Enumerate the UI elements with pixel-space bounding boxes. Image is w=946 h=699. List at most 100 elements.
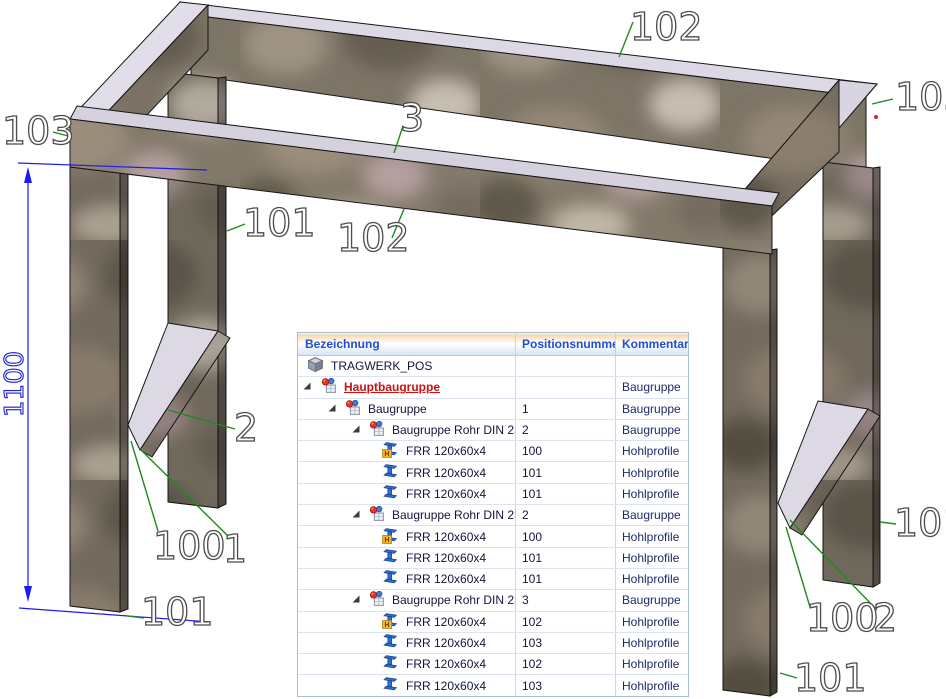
label-pos-103-right[interactable]: 103 xyxy=(894,77,946,116)
cell-bezeichnung[interactable]: FRR 120x60x4 xyxy=(298,568,516,590)
table-row[interactable]: FRR 120x60x4 103 Hohlprofile xyxy=(298,632,688,655)
table-row[interactable]: Baugruppe Rohr DIN 23...2Baugruppe xyxy=(298,505,688,527)
cell-positionsnummer[interactable]: 101 xyxy=(516,483,616,505)
row-name[interactable]: FRR 120x60x4 xyxy=(406,657,486,671)
cell-positionsnummer[interactable]: 2 xyxy=(516,505,616,526)
cell-kommentar[interactable]: Baugruppe xyxy=(616,377,688,397)
cell-kommentar[interactable]: Hohlprofile xyxy=(616,675,688,695)
label-pos-103-left[interactable]: 103 xyxy=(1,111,75,150)
cell-positionsnummer[interactable]: 103 xyxy=(516,675,616,696)
cell-bezeichnung[interactable]: FRR 120x60x4 xyxy=(298,654,516,675)
column-header-0[interactable]: Bezeichnung xyxy=(298,333,516,355)
cell-kommentar[interactable]: Hohlprofile xyxy=(616,526,688,546)
tree-expanded-icon[interactable] xyxy=(351,594,361,604)
cell-kommentar[interactable]: Hohlprofile xyxy=(616,484,688,504)
cell-positionsnummer[interactable]: 102 xyxy=(516,654,616,675)
table-row[interactable]: FRR 120x60x4 103 Hohlprofile xyxy=(298,675,688,696)
row-name[interactable]: Baugruppe Rohr DIN 23... xyxy=(392,423,515,437)
cell-kommentar[interactable]: Hohlprofile xyxy=(616,462,688,482)
column-header-1[interactable]: Positionsnummer xyxy=(516,333,616,355)
cell-kommentar[interactable]: Hohlprofile xyxy=(616,654,688,674)
cell-positionsnummer[interactable]: 102 xyxy=(516,611,616,632)
leg-rear-right[interactable] xyxy=(822,161,881,588)
cell-kommentar[interactable]: Hohlprofile xyxy=(616,441,688,461)
row-name[interactable]: FRR 120x60x4 xyxy=(406,530,486,544)
row-name[interactable]: FRR 120x60x4 xyxy=(406,679,486,693)
cell-bezeichnung[interactable]: Baugruppe Rohr DIN 23... xyxy=(298,419,516,441)
column-header-2[interactable]: Kommentar xyxy=(616,333,688,355)
row-name[interactable]: Hauptbaugruppe xyxy=(344,380,440,394)
cell-bezeichnung[interactable]: Baugruppe Rohr DIN 23... xyxy=(298,590,516,611)
table-row[interactable]: FRR 120x60x4 102 Hohlprofile xyxy=(298,654,688,676)
cell-kommentar[interactable]: Hohlprofile xyxy=(616,612,688,632)
cell-kommentar[interactable]: Hohlprofile xyxy=(616,633,688,653)
cell-bezeichnung[interactable]: H FRR 120x60x4 xyxy=(298,526,516,547)
cell-kommentar[interactable]: Baugruppe xyxy=(616,399,688,419)
row-name[interactable]: FRR 120x60x4 xyxy=(406,466,486,480)
cell-kommentar[interactable]: Hohlprofile xyxy=(616,569,688,589)
cell-bezeichnung[interactable]: FRR 120x60x4 xyxy=(298,462,516,483)
cell-bezeichnung[interactable]: Baugruppe xyxy=(298,398,516,419)
cell-positionsnummer[interactable]: 1 xyxy=(516,398,616,419)
label-pos-101-right[interactable]: 101 xyxy=(893,503,946,542)
table-row[interactable]: FRR 120x60x4 101 Hohlprofile xyxy=(298,568,688,591)
label-pos-101-bottom-left[interactable]: 101 xyxy=(140,592,214,631)
table-row[interactable]: FRR 120x60x4 101 Hohlprofile xyxy=(298,462,688,484)
row-name[interactable]: Baugruppe xyxy=(368,402,427,416)
cell-positionsnummer[interactable]: 100 xyxy=(516,441,616,462)
cell-positionsnummer[interactable]: 101 xyxy=(516,462,616,483)
row-name[interactable]: Baugruppe Rohr DIN 23... xyxy=(392,508,515,522)
cell-bezeichnung[interactable]: Baugruppe Rohr DIN 23... xyxy=(298,505,516,526)
cell-positionsnummer[interactable] xyxy=(516,377,616,398)
row-name[interactable]: FRR 120x60x4 xyxy=(406,572,486,586)
structure-table[interactable]: Bezeichnung Positionsnummer Kommentar TRAG… xyxy=(297,332,689,697)
label-pos-3-top[interactable]: 3 xyxy=(399,98,424,137)
tree-expanded-icon[interactable] xyxy=(351,509,361,519)
table-row[interactable]: FRR 120x60x4 101 Hohlprofile xyxy=(298,483,688,506)
label-pos-101-bottom-right[interactable]: 101 xyxy=(793,658,867,697)
leg-front-left[interactable] xyxy=(69,165,129,613)
cell-positionsnummer[interactable]: 100 xyxy=(516,526,616,547)
row-name[interactable]: FRR 120x60x4 xyxy=(406,487,486,501)
label-pos-102-top[interactable]: 102 xyxy=(629,7,703,46)
cell-positionsnummer[interactable]: 101 xyxy=(516,568,616,590)
cell-bezeichnung[interactable]: FRR 120x60x4 xyxy=(298,547,516,568)
table-row[interactable]: H FRR 120x60x4 100 Hohlprofile xyxy=(298,526,688,548)
label-pos-2-right[interactable]: 2 xyxy=(872,598,897,637)
table-row[interactable]: Baugruppe Rohr DIN 23...3Baugruppe xyxy=(298,590,688,612)
cell-kommentar[interactable]: Baugruppe xyxy=(616,420,688,440)
row-name[interactable]: FRR 120x60x4 xyxy=(406,551,486,565)
table-row[interactable]: FRR 120x60x4 101 Hohlprofile xyxy=(298,547,688,569)
row-name[interactable]: TRAGWERK_POS xyxy=(331,359,432,373)
cell-bezeichnung[interactable]: H FRR 120x60x4 xyxy=(298,441,516,462)
label-pos-101-left[interactable]: 101 xyxy=(242,203,316,242)
cell-kommentar[interactable]: Hohlprofile xyxy=(616,548,688,568)
cell-bezeichnung[interactable]: FRR 120x60x4 xyxy=(298,483,516,505)
cell-kommentar[interactable]: Baugruppe xyxy=(616,590,688,610)
label-pos-2-left[interactable]: 2 xyxy=(233,408,258,447)
tree-expanded-icon[interactable] xyxy=(351,424,361,434)
cell-bezeichnung[interactable]: Hauptbaugruppe xyxy=(298,377,516,398)
table-row[interactable]: H FRR 120x60x4 102 Hohlprofile xyxy=(298,611,688,633)
row-name[interactable]: FRR 120x60x4 xyxy=(406,444,486,458)
cell-bezeichnung[interactable]: FRR 120x60x4 xyxy=(298,632,516,654)
table-row[interactable]: Baugruppe 1 Baugruppe xyxy=(298,398,688,420)
cell-positionsnummer[interactable]: 101 xyxy=(516,547,616,568)
row-name[interactable]: FRR 120x60x4 xyxy=(406,615,486,629)
cell-positionsnummer[interactable] xyxy=(516,356,616,377)
cell-bezeichnung[interactable]: H FRR 120x60x4 xyxy=(298,611,516,632)
row-name[interactable]: Baugruppe Rohr DIN 23... xyxy=(392,593,515,607)
table-row[interactable]: TRAGWERK_POS xyxy=(298,356,688,378)
table-row[interactable]: Baugruppe Rohr DIN 23...2Baugruppe xyxy=(298,419,688,442)
row-name[interactable]: FRR 120x60x4 xyxy=(406,636,486,650)
label-pos-102-front[interactable]: 102 xyxy=(336,218,410,257)
cell-bezeichnung[interactable]: FRR 120x60x4 xyxy=(298,675,516,696)
cell-kommentar[interactable]: Baugruppe xyxy=(616,505,688,525)
cell-kommentar[interactable] xyxy=(616,356,688,376)
tree-expanded-icon[interactable] xyxy=(302,381,312,391)
label-pos-1-left[interactable]: 1 xyxy=(222,529,247,568)
cell-bezeichnung[interactable]: TRAGWERK_POS xyxy=(298,356,516,377)
cell-positionsnummer[interactable]: 3 xyxy=(516,590,616,611)
cell-positionsnummer[interactable]: 2 xyxy=(516,419,616,441)
leg-front-right[interactable] xyxy=(722,243,778,697)
